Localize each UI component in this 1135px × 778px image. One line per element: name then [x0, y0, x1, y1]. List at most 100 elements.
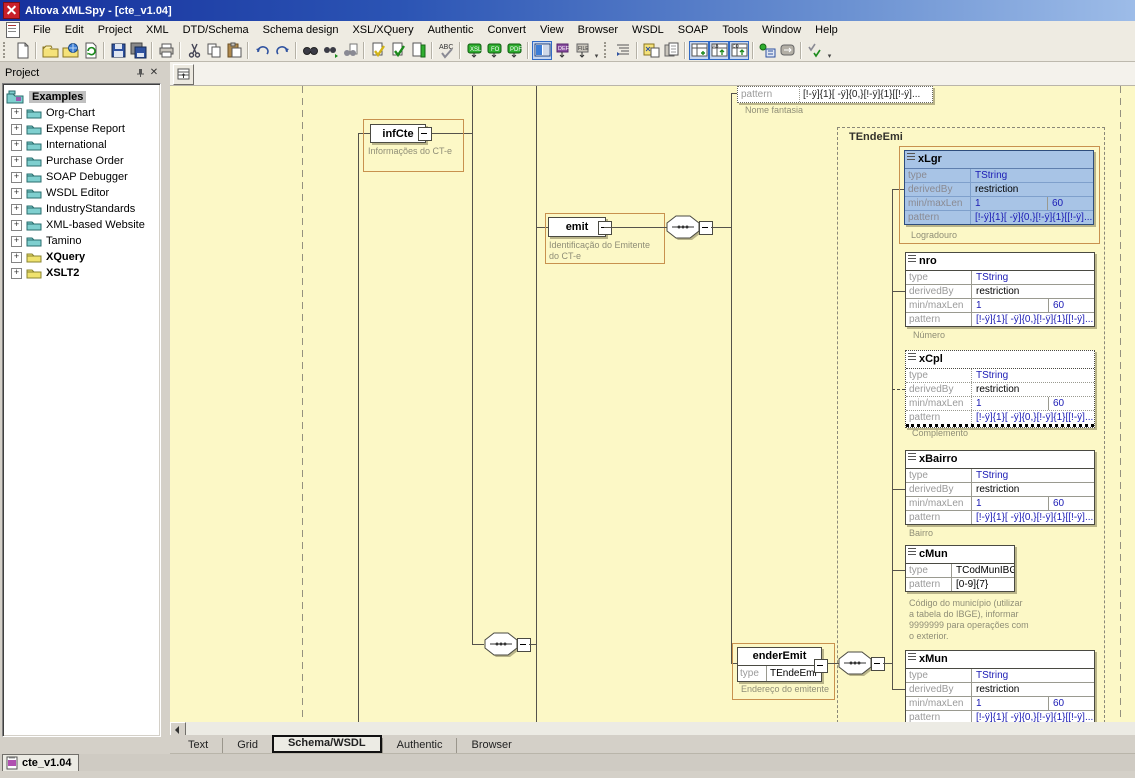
menu-help[interactable]: Help — [808, 22, 845, 38]
expand-icon[interactable]: + — [11, 188, 22, 199]
expand-icon[interactable]: + — [11, 268, 22, 279]
new-document-icon[interactable] — [12, 41, 32, 60]
panel-splitter[interactable] — [163, 62, 170, 735]
generate-sample-icon[interactable] — [757, 41, 777, 60]
menu-xsl-xquery[interactable]: XSL/XQuery — [345, 22, 420, 38]
sequence-compositor[interactable] — [484, 632, 521, 662]
collapse-icon[interactable] — [814, 659, 828, 673]
spelling-icon[interactable]: ABC — [436, 41, 456, 60]
menu-edit[interactable]: Edit — [58, 22, 91, 38]
menu-convert[interactable]: Convert — [480, 22, 533, 38]
tree-item-industrystandards[interactable]: +IndustryStandards — [3, 201, 160, 217]
horizontal-scrollbar[interactable] — [170, 722, 1135, 735]
validate-icon[interactable] — [388, 41, 408, 60]
split-view-icon[interactable] — [532, 41, 552, 60]
document-tab-cte[interactable]: cte_v1.04 — [2, 754, 79, 771]
copy-xslt-icon[interactable] — [661, 41, 681, 60]
toolbar-overflow-icon[interactable]: ▾ — [592, 41, 601, 60]
element-xMun[interactable]: xMun typeTString derivedByrestriction mi… — [905, 650, 1095, 722]
tree-item-wsdl-editor[interactable]: +WSDL Editor — [3, 185, 160, 201]
expand-icon[interactable]: + — [11, 252, 22, 263]
expand-icon[interactable]: + — [11, 236, 22, 247]
menu-view[interactable]: View — [533, 22, 571, 38]
toolbar-overflow-icon[interactable]: ▾ — [825, 41, 834, 60]
xsl-fo-transformation-icon[interactable]: FO — [484, 41, 504, 60]
show-facets-toggle-icon[interactable]: CD — [729, 41, 749, 60]
element-nro[interactable]: nro typeTString derivedByrestriction min… — [905, 252, 1095, 327]
collapse-icon[interactable] — [699, 221, 713, 235]
tree-item-international[interactable]: +International — [3, 137, 160, 153]
menu-browser[interactable]: Browser — [571, 22, 625, 38]
tree-item-tamino[interactable]: +Tamino — [3, 233, 160, 249]
find-in-files-icon[interactable] — [340, 41, 360, 60]
expand-icon[interactable]: + — [11, 220, 22, 231]
expand-icon[interactable]: + — [11, 124, 22, 135]
expand-icon[interactable]: + — [11, 156, 22, 167]
collapse-icon[interactable] — [598, 221, 612, 235]
close-icon[interactable]: ✕ — [147, 66, 161, 79]
print-icon[interactable] — [156, 41, 176, 60]
tree-root-examples[interactable]: Examples — [3, 88, 160, 105]
menu-xml[interactable]: XML — [139, 22, 176, 38]
expand-icon[interactable]: + — [11, 172, 22, 183]
element-xLgr[interactable]: xLgr typeTString derivedByrestriction mi… — [904, 150, 1094, 225]
convert-schema-icon[interactable] — [777, 41, 797, 60]
menu-project[interactable]: Project — [91, 22, 139, 38]
show-globals-button[interactable] — [173, 64, 194, 85]
open-url-icon[interactable] — [60, 41, 80, 60]
toolbar-grip[interactable] — [604, 42, 610, 58]
element-xCpl[interactable]: xCpl typeTString derivedByrestriction mi… — [905, 350, 1095, 428]
schema-diagram-canvas[interactable]: infCte Informações do CT-e emit Identifi… — [170, 86, 1135, 722]
collapse-icon[interactable] — [418, 127, 432, 141]
tab-text[interactable]: Text — [174, 738, 222, 753]
tab-grid[interactable]: Grid — [222, 738, 272, 753]
save-all-icon[interactable] — [128, 41, 148, 60]
menu-schema-design[interactable]: Schema design — [256, 22, 346, 38]
def-view-icon[interactable]: DEF — [552, 41, 572, 60]
tree-item-xquery[interactable]: +XQuery — [3, 249, 160, 265]
open-file-icon[interactable] — [40, 41, 60, 60]
file-view-icon[interactable]: FILE — [572, 41, 592, 60]
assign-schema-icon[interactable] — [408, 41, 428, 60]
tree-item-xml-based-website[interactable]: +XML-based Website — [3, 217, 160, 233]
sequence-compositor[interactable] — [666, 215, 703, 245]
element-emit[interactable]: emit — [548, 217, 606, 237]
tab-authentic[interactable]: Authentic — [382, 738, 457, 753]
menu-soap[interactable]: SOAP — [671, 22, 716, 38]
copy-icon[interactable] — [204, 41, 224, 60]
expand-icon[interactable]: + — [11, 140, 22, 151]
check-wellformed-icon[interactable] — [368, 41, 388, 60]
reload-document-icon[interactable] — [80, 41, 100, 60]
tree-item-org-chart[interactable]: +Org-Chart — [3, 105, 160, 121]
redo-icon[interactable] — [272, 41, 292, 60]
element-cMun[interactable]: cMun typeTCodMunIBGE pattern[0-9]{7} — [905, 545, 1015, 592]
element-infCte[interactable]: infCte — [370, 124, 426, 143]
toolbar-grip[interactable] — [3, 42, 9, 58]
save-icon[interactable] — [108, 41, 128, 60]
pretty-print-icon[interactable] — [613, 41, 633, 60]
expand-icon[interactable]: + — [11, 204, 22, 215]
undo-icon[interactable] — [252, 41, 272, 60]
menu-window[interactable]: Window — [755, 22, 808, 38]
tree-item-expense-report[interactable]: +Expense Report — [3, 121, 160, 137]
collapse-icon[interactable] — [871, 657, 885, 671]
cut-icon[interactable] — [184, 41, 204, 60]
collapse-icon[interactable] — [517, 638, 531, 652]
menu-tools[interactable]: Tools — [715, 22, 755, 38]
menu-dtd-schema[interactable]: DTD/Schema — [176, 22, 256, 38]
tree-item-xslt2[interactable]: +XSLT2 — [3, 265, 160, 281]
pin-icon[interactable] — [133, 66, 147, 79]
menu-file[interactable]: File — [26, 22, 58, 38]
element-xBairro[interactable]: xBairro typeTString derivedByrestriction… — [905, 450, 1095, 525]
xsl-transformation-icon[interactable]: XSL — [464, 41, 484, 60]
find-next-icon[interactable] — [320, 41, 340, 60]
schema-settings-icon[interactable] — [805, 41, 825, 60]
tab-browser[interactable]: Browser — [456, 738, 525, 753]
assign-xsl-icon[interactable] — [641, 41, 661, 60]
fo-transformation-icon[interactable]: PDF — [504, 41, 524, 60]
sequence-compositor[interactable] — [838, 651, 875, 681]
find-icon[interactable] — [300, 41, 320, 60]
show-attributes-toggle-icon[interactable] — [689, 41, 709, 60]
tree-item-purchase-order[interactable]: +Purchase Order — [3, 153, 160, 169]
element-enderEmit[interactable]: enderEmit type TEndeEmi — [737, 647, 822, 682]
